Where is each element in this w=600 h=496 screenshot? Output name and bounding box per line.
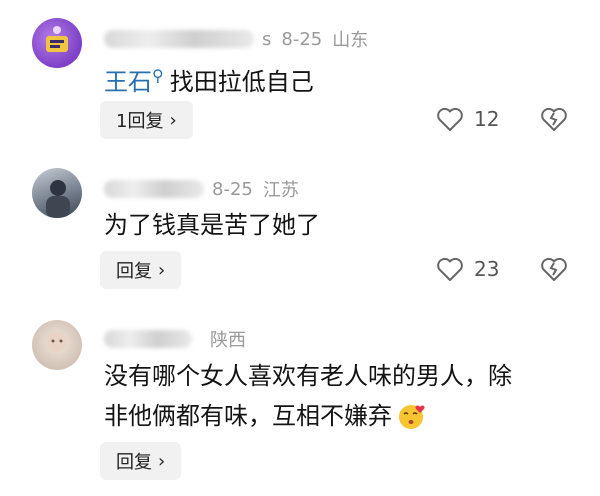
reply-label: 回复 <box>116 261 152 282</box>
comment-date: 8-25 <box>212 178 253 200</box>
comment-location: 山东 <box>332 30 369 51</box>
kiss-emoji-icon <box>399 405 425 429</box>
like-button[interactable]: 12 <box>436 106 499 132</box>
blurred-username <box>104 30 254 48</box>
reply-button[interactable]: 回复 › <box>100 442 182 480</box>
comment-body-line-2: 非他俩都有味，互相不嫌弃 <box>104 396 512 436</box>
reply-label: 回复 <box>116 452 152 473</box>
mention-link[interactable]: 王石 <box>104 68 152 96</box>
chevron-right-icon: › <box>169 109 177 131</box>
username-suffix: s <box>262 28 272 50</box>
blurred-username <box>104 180 204 198</box>
comment-text: 王石⚲ 找田拉低自己 <box>104 56 314 102</box>
reply-button[interactable]: 回复 › <box>100 251 182 289</box>
comment-date: 8-25 <box>281 28 323 50</box>
comment-meta: 8-25 江苏 <box>104 176 299 202</box>
reply-label: 1回复 <box>116 111 164 132</box>
like-button[interactable]: 23 <box>436 256 499 282</box>
comment-meta: s 8-25 山东 <box>104 26 368 52</box>
comment-location: 陕西 <box>210 330 246 351</box>
heart-outline-icon <box>437 257 463 281</box>
comment-body: 找田拉低自己 <box>169 68 314 96</box>
comment-body-line-2-text: 非他俩都有味，互相不嫌弃 <box>104 402 392 430</box>
chevron-right-icon: › <box>158 450 166 472</box>
avatar-icon <box>46 26 68 52</box>
broken-heart-icon <box>541 107 567 131</box>
avatar[interactable] <box>32 168 82 218</box>
avatar[interactable] <box>32 320 82 370</box>
search-mention-icon: ⚲ <box>152 66 164 85</box>
avatar[interactable] <box>32 18 82 68</box>
heart-outline-icon <box>437 107 463 131</box>
comment-meta: 陕西 <box>104 326 246 352</box>
chevron-right-icon: › <box>158 259 166 281</box>
like-count: 12 <box>474 107 500 131</box>
comment-location: 江苏 <box>262 180 299 201</box>
dislike-button[interactable] <box>540 256 568 286</box>
avatar-photo-icon <box>47 332 67 352</box>
like-count: 23 <box>474 257 500 281</box>
reply-button[interactable]: 1回复 › <box>100 101 193 139</box>
blurred-username <box>104 330 192 348</box>
comment-text: 没有哪个女人喜欢有老人味的男人，除 非他俩都有味，互相不嫌弃 <box>104 356 512 436</box>
broken-heart-icon <box>541 257 567 281</box>
comment-text: 为了钱真是苦了她了 <box>104 205 320 245</box>
avatar-photo-icon <box>46 180 70 218</box>
dislike-button[interactable] <box>540 106 568 136</box>
comment-body-line-1: 没有哪个女人喜欢有老人味的男人，除 <box>104 362 512 390</box>
comment-body: 为了钱真是苦了她了 <box>104 211 320 239</box>
